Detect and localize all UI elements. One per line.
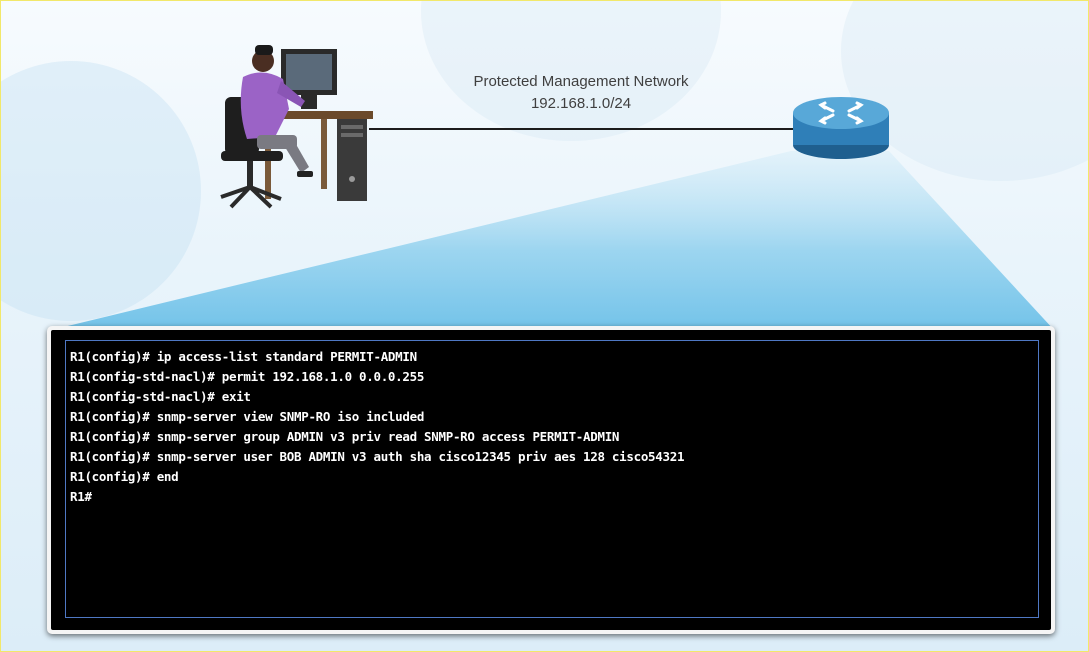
cli-line: R1(config-std-nacl)# permit 192.168.1.0 … bbox=[70, 369, 425, 384]
terminal-screen: R1(config)# ip access-list standard PERM… bbox=[51, 330, 1051, 630]
cli-prompt: R1# bbox=[70, 489, 92, 504]
network-link bbox=[369, 128, 801, 130]
terminal-window: R1(config)# ip access-list standard PERM… bbox=[47, 326, 1055, 634]
cli-line: R1(config-std-nacl)# exit bbox=[70, 389, 251, 404]
diagram-canvas: Protected Management Network 192.168.1.0… bbox=[0, 0, 1089, 652]
terminal-output: R1(config)# ip access-list standard PERM… bbox=[65, 340, 1039, 618]
network-name: Protected Management Network bbox=[473, 73, 689, 90]
admin-workstation-icon bbox=[220, 45, 373, 209]
cli-line: R1(config)# ip access-list standard PERM… bbox=[70, 349, 417, 364]
cli-line: R1(config)# end bbox=[70, 469, 179, 484]
cli-line: R1(config)# snmp-server group ADMIN v3 p… bbox=[70, 429, 620, 444]
cli-line: R1(config)# snmp-server view SNMP-RO iso… bbox=[70, 409, 425, 424]
router-icon bbox=[793, 97, 889, 159]
network-label: Protected Management Network 192.168.1.0… bbox=[421, 71, 741, 115]
network-subnet: 192.168.1.0/24 bbox=[530, 95, 632, 112]
cli-line: R1(config)# snmp-server user BOB ADMIN v… bbox=[70, 449, 685, 464]
